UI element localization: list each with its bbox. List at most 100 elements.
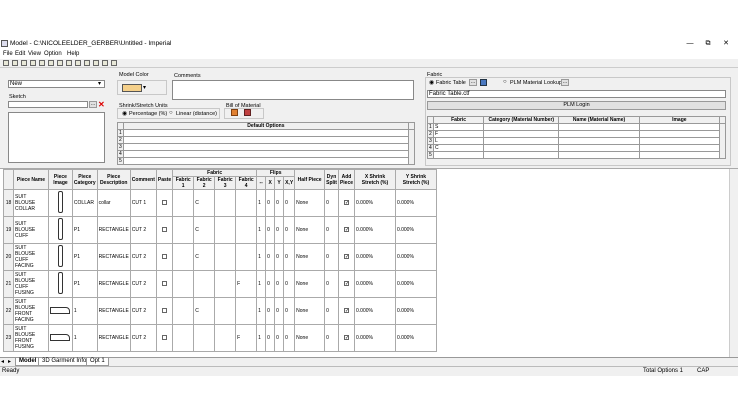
piece-image-cell[interactable] (47, 270, 73, 298)
flip-x-cell[interactable]: 0 (265, 324, 276, 352)
fabric-code-cell[interactable]: L (433, 137, 485, 145)
radio-empty-icon[interactable]: ○ (169, 110, 173, 116)
fabric-1-cell[interactable] (172, 216, 195, 244)
maximize-button[interactable]: ⧉ (700, 39, 716, 49)
piece-category-cell[interactable]: COLLAR (71, 189, 98, 217)
table-row[interactable]: 19 SUIT BLOUSE CUFF P1 RECTANGLE CUT 2C1000N… (3, 216, 438, 244)
col-piece-category[interactable]: Piece Category (71, 169, 98, 190)
add-piece-cell[interactable] (337, 270, 356, 298)
option-row[interactable] (122, 143, 410, 151)
piece-category-cell[interactable]: P1 (71, 270, 98, 298)
paste-checkbox[interactable] (162, 227, 168, 233)
radio-empty-icon[interactable]: ○ (503, 79, 507, 85)
col-half-piece[interactable]: Half Piece (294, 169, 326, 190)
save-icon[interactable] (21, 60, 27, 66)
x-shrink-cell[interactable]: 0.000% (354, 270, 396, 298)
comment-cell[interactable]: CUT 2 (129, 297, 157, 325)
piece-name-cell[interactable]: SUIT BLOUSE COLLAR (12, 189, 49, 217)
sketch-path-field[interactable] (8, 101, 88, 108)
fabric-1-cell[interactable] (172, 189, 195, 217)
menu-view[interactable]: View (28, 51, 41, 57)
table-row[interactable]: 20 SUIT BLOUSE CUFF FACING P1 RECTANGLE CUT … (3, 243, 438, 271)
paste-cell[interactable] (155, 324, 174, 352)
fabric-1-cell[interactable] (172, 324, 195, 352)
fabric-1-cell[interactable] (172, 297, 195, 325)
cut-icon[interactable] (57, 60, 63, 66)
fabric-2-cell[interactable]: C (193, 189, 216, 217)
paste-cell[interactable] (155, 270, 174, 298)
piece-description-cell[interactable]: RECTANGLE (96, 270, 131, 298)
col-add-piece[interactable]: Add Piece (337, 169, 356, 190)
tab-3d-garment-info[interactable]: 3D Garment Info (38, 358, 91, 366)
piece-name-cell[interactable]: SUIT BLOUSE FRONT FACING (12, 297, 49, 325)
fabric-4-cell[interactable] (235, 243, 258, 271)
print-icon[interactable] (30, 60, 36, 66)
menu-edit[interactable]: Edit (15, 51, 25, 57)
table-row[interactable]: 22 SUIT BLOUSE FRONT FACING 1 RECTANGLE CUT … (3, 297, 438, 325)
fabric-code-cell[interactable] (433, 151, 485, 159)
flip-x-cell[interactable]: 0 (265, 297, 276, 325)
redo-icon[interactable] (84, 60, 90, 66)
fabric-file-field[interactable]: Fabric Table.ctf (427, 90, 726, 98)
paste-cell[interactable] (155, 216, 174, 244)
bom-icon[interactable] (231, 109, 238, 116)
comment-cell[interactable]: CUT 2 (129, 270, 157, 298)
flip-y-cell[interactable]: 0 (274, 243, 285, 271)
flip-xy-cell[interactable]: 0 (283, 216, 296, 244)
col-flip-xy[interactable]: X,Y (283, 176, 296, 190)
flip-none-cell[interactable]: 1 (256, 297, 267, 325)
half-piece-cell[interactable]: None (294, 216, 326, 244)
col-paste[interactable]: Paste (155, 169, 174, 190)
col-x-shrink[interactable]: X Shrink Stretch (%) (354, 169, 396, 190)
piece-description-cell[interactable]: RECTANGLE (96, 216, 131, 244)
fabric-1-cell[interactable] (172, 243, 195, 271)
paste-checkbox[interactable] (162, 335, 168, 341)
x-shrink-cell[interactable]: 0.000% (354, 243, 396, 271)
option-row[interactable] (122, 157, 410, 165)
copy-icon[interactable] (48, 60, 54, 66)
piece-image-cell[interactable] (47, 297, 73, 325)
flip-y-cell[interactable]: 0 (274, 324, 285, 352)
half-piece-cell[interactable]: None (294, 324, 326, 352)
table-icon[interactable] (480, 79, 487, 86)
add-piece-checkbox[interactable] (343, 308, 349, 314)
sketch-browse-button[interactable]: ... (89, 101, 97, 108)
fabric-4-cell[interactable]: F (235, 270, 258, 298)
flip-y-cell[interactable]: 0 (274, 270, 285, 298)
bom-edit-icon[interactable] (244, 109, 251, 116)
add-piece-cell[interactable] (337, 216, 356, 244)
save-as-icon[interactable] (39, 60, 45, 66)
minimize-button[interactable]: — (682, 39, 698, 49)
flip-y-cell[interactable]: 0 (274, 297, 285, 325)
y-shrink-cell[interactable]: 0.000% (394, 324, 438, 352)
x-shrink-cell[interactable]: 0.000% (354, 189, 396, 217)
size-select[interactable]: New ▾ (8, 80, 105, 88)
fabric-browse-button[interactable]: ... (469, 79, 477, 86)
tab-scroll-left-icon[interactable]: ◂ (1, 358, 4, 365)
piece-name-cell[interactable]: SUIT BLOUSE CUFF FUSING (12, 270, 49, 298)
flip-xy-cell[interactable]: 0 (283, 243, 296, 271)
comment-cell[interactable]: CUT 2 (129, 324, 157, 352)
piece-description-cell[interactable]: RECTANGLE (96, 243, 131, 271)
paste-cell[interactable] (155, 243, 174, 271)
fabric-code-cell[interactable]: S (433, 123, 485, 131)
paste-cell[interactable] (155, 297, 174, 325)
comments-field[interactable] (172, 80, 414, 100)
add-piece-cell[interactable] (337, 297, 356, 325)
half-piece-cell[interactable]: None (294, 297, 326, 325)
paste-checkbox[interactable] (162, 308, 168, 314)
fabric-3-cell[interactable] (214, 243, 237, 271)
fabric-2-cell[interactable]: C (193, 243, 216, 271)
add-piece-cell[interactable] (337, 189, 356, 217)
plm-login-button[interactable]: PLM Login (427, 101, 726, 110)
flip-none-cell[interactable]: 1 (256, 324, 267, 352)
fabric-code-cell[interactable]: F (433, 130, 485, 138)
add-piece-checkbox[interactable] (343, 227, 349, 233)
col-fabric-2[interactable]: Fabric 2 (193, 176, 216, 190)
flip-xy-cell[interactable]: 0 (283, 297, 296, 325)
paste-checkbox[interactable] (162, 200, 168, 206)
col-comment[interactable]: Comment (129, 169, 157, 190)
dyn-split-cell[interactable]: 0 (324, 243, 339, 271)
add-piece-checkbox[interactable] (343, 254, 349, 260)
dyn-split-cell[interactable]: 0 (324, 297, 339, 325)
